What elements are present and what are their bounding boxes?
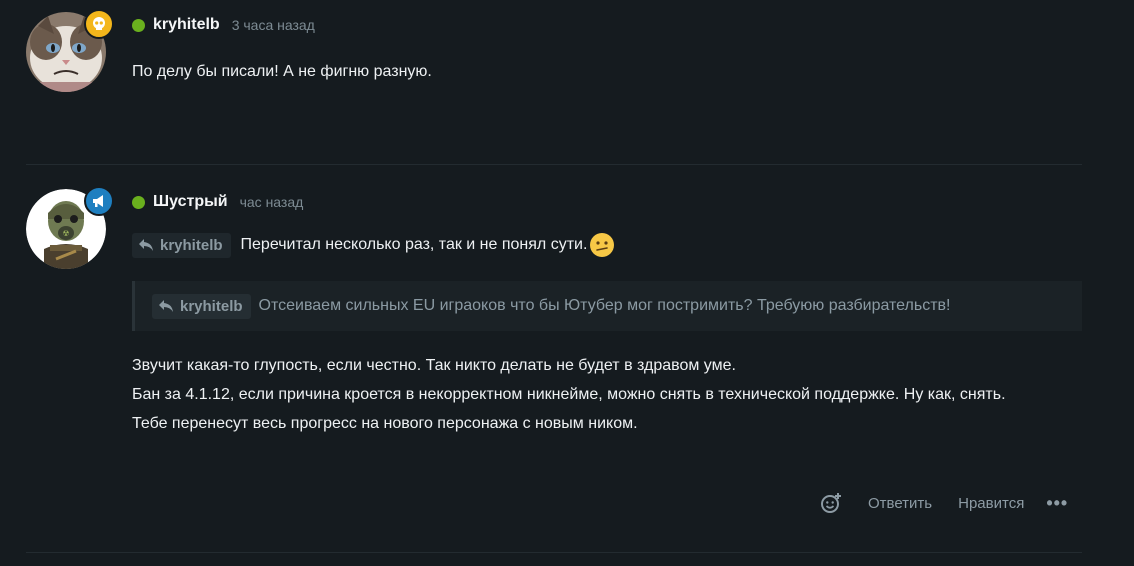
reply-arrow-icon bbox=[139, 239, 153, 251]
divider bbox=[26, 552, 1082, 553]
online-indicator bbox=[132, 195, 145, 209]
timestamp[interactable]: час назад bbox=[240, 194, 304, 210]
comment-body: Звучит какая-то глупость, если честно. Т… bbox=[132, 351, 1052, 438]
quote-block: kryhitelb Отсеиваем сильных EU играоков … bbox=[132, 281, 1082, 331]
body-line: Тебе перенесут весь прогресс на нового п… bbox=[132, 415, 638, 432]
reply-text: Перечитал несколько раз, так и не понял … bbox=[240, 236, 588, 253]
quote-mention[interactable]: kryhitelb bbox=[152, 293, 251, 319]
svg-text:☢: ☢ bbox=[62, 229, 69, 238]
more-options-icon[interactable]: ••• bbox=[1046, 493, 1068, 514]
online-indicator bbox=[132, 18, 145, 32]
quote-text: Отсеиваем сильных EU играоков что бы Юту… bbox=[258, 297, 951, 314]
timestamp[interactable]: 3 часа назад bbox=[232, 17, 315, 33]
reply-button[interactable]: Ответить bbox=[868, 495, 932, 512]
comment: ☢ Шустрый час назад kryhitelb Перечитал … bbox=[0, 165, 1134, 553]
body-line: Звучит какая-то глупость, если честно. Т… bbox=[132, 357, 736, 374]
like-button[interactable]: Нравится bbox=[958, 495, 1024, 512]
comment-meta: Шустрый час назад bbox=[132, 193, 303, 211]
megaphone-icon bbox=[84, 186, 114, 216]
quote-author: kryhitelb bbox=[180, 297, 243, 315]
comment: kryhitelb 3 часа назад По делу бы писали… bbox=[0, 0, 1134, 165]
comments-page: kryhitelb 3 часа назад По делу бы писали… bbox=[0, 0, 1134, 566]
add-reaction-icon[interactable] bbox=[820, 492, 842, 514]
confused-face-icon bbox=[590, 233, 615, 257]
reply-arrow-icon bbox=[159, 300, 173, 312]
skull-icon bbox=[84, 9, 114, 39]
mention-name: kryhitelb bbox=[160, 236, 223, 254]
author-name[interactable]: Шустрый bbox=[153, 193, 228, 211]
reply-mention[interactable]: kryhitelb bbox=[132, 232, 231, 258]
comment-text: По делу бы писали! А не фигню разную. bbox=[132, 63, 432, 80]
reply-line: kryhitelb Перечитал несколько раз, так и… bbox=[132, 232, 615, 258]
author-name[interactable]: kryhitelb bbox=[153, 16, 220, 34]
comment-actions: Ответить Нравится ••• bbox=[820, 492, 1068, 514]
body-line: Бан за 4.1.12, если причина кроется в не… bbox=[132, 386, 1006, 403]
comment-meta: kryhitelb 3 часа назад bbox=[132, 16, 315, 34]
